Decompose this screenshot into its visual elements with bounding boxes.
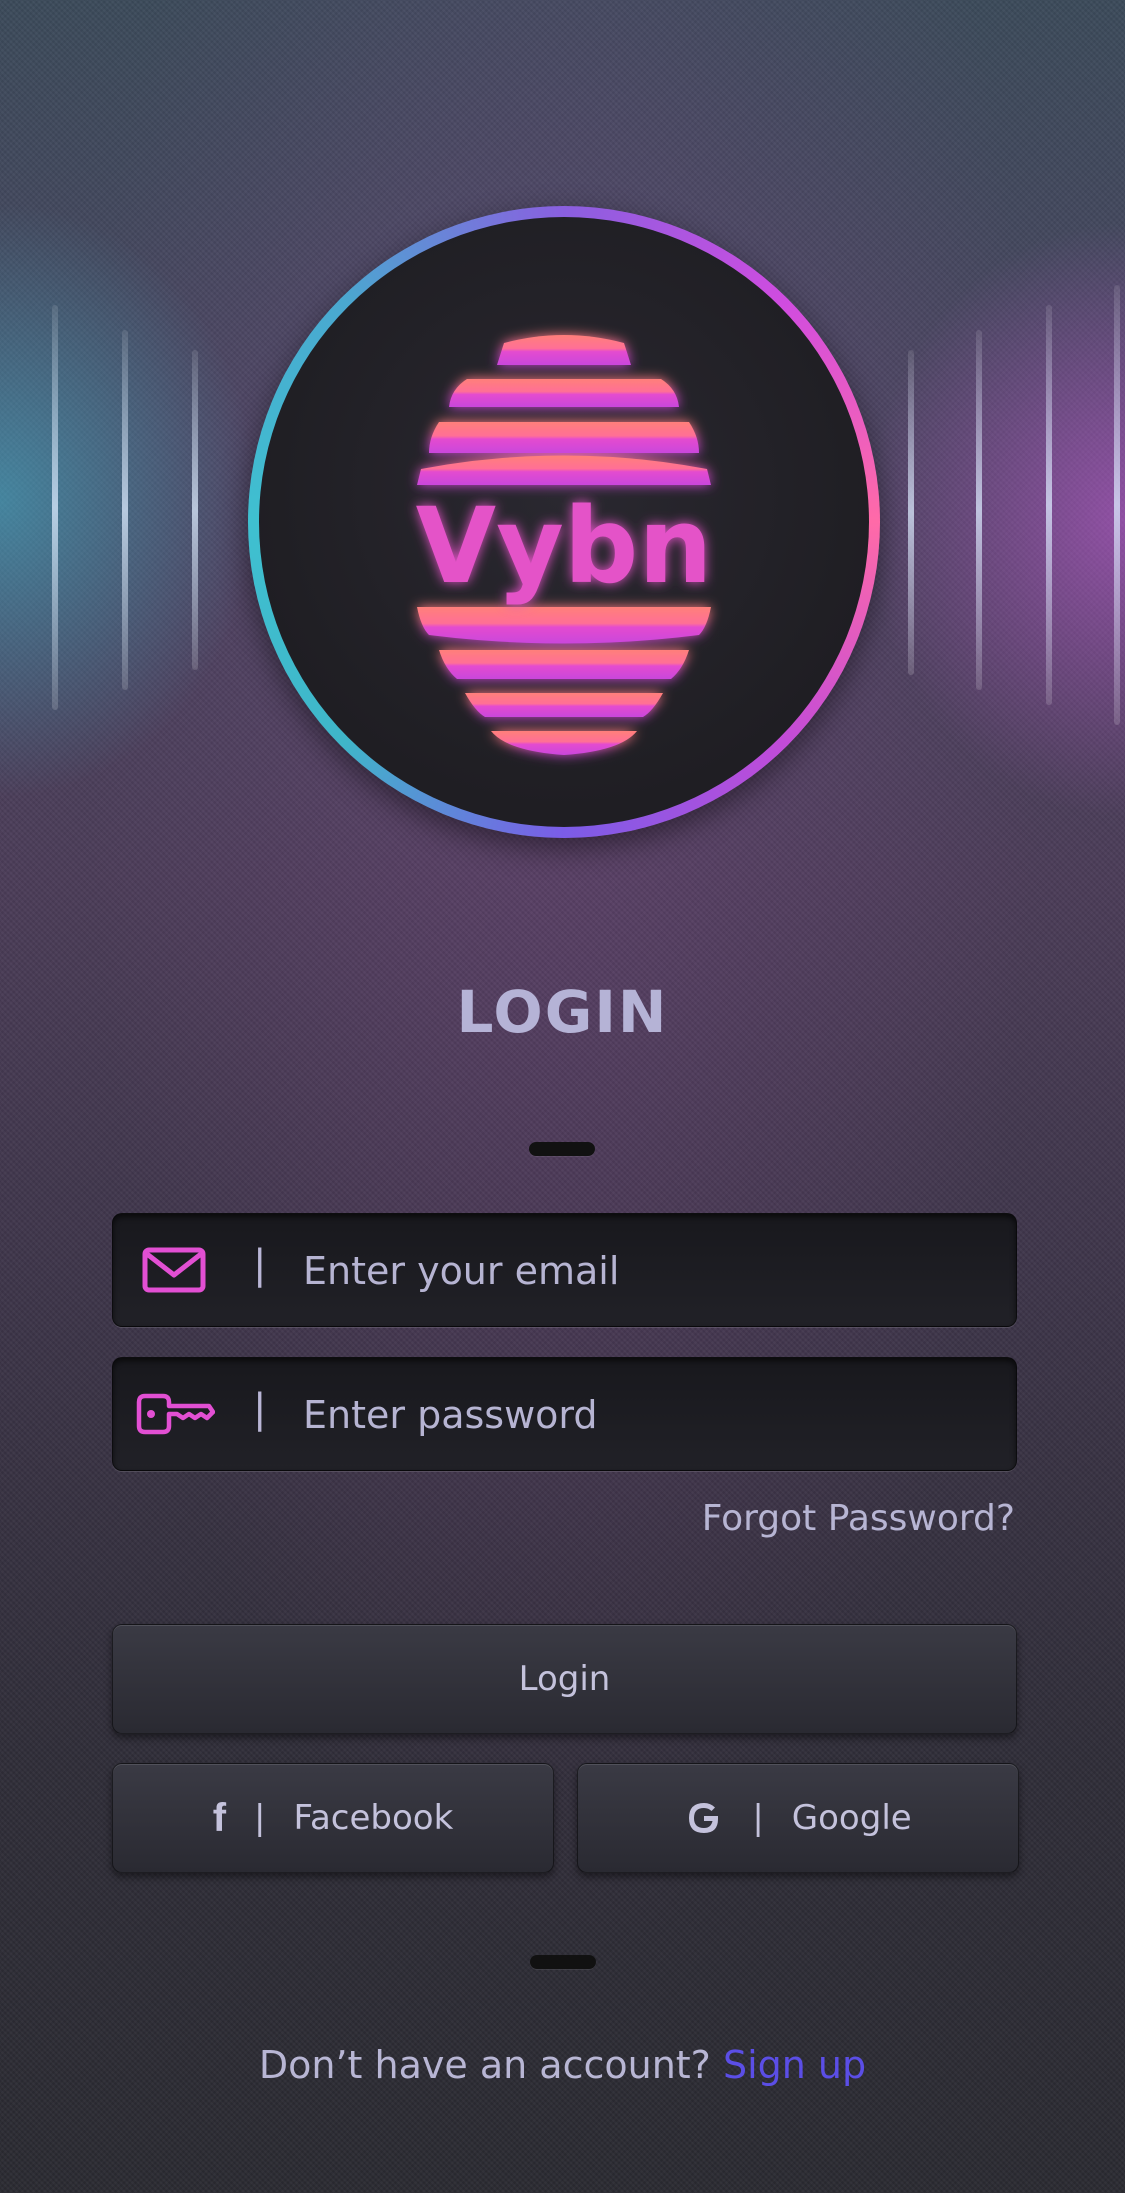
signup-link[interactable]: Sign up	[723, 2043, 866, 2087]
key-icon	[136, 1393, 215, 1435]
divider-top	[529, 1142, 595, 1156]
email-input[interactable]	[301, 1238, 985, 1304]
password-field[interactable]: |	[112, 1357, 1017, 1471]
right-light-beam	[865, 220, 1125, 820]
google-label: Google	[791, 1798, 912, 1838]
logo-globe-icon: Vybn	[416, 335, 713, 755]
email-field[interactable]: |	[112, 1213, 1017, 1327]
password-separator: |	[253, 1386, 267, 1432]
mail-icon	[142, 1247, 206, 1293]
right-light-bar	[976, 330, 982, 690]
signup-prompt: Don’t have an account?	[258, 2043, 711, 2087]
left-light-beam	[0, 200, 260, 800]
right-light-bar	[1046, 305, 1052, 705]
facebook-label: Facebook	[293, 1798, 454, 1838]
login-button[interactable]: Login	[112, 1624, 1017, 1734]
left-light-bar	[192, 350, 198, 670]
app-logo: Vybn	[248, 206, 880, 838]
password-input[interactable]	[301, 1382, 985, 1448]
logo-disc: Vybn	[259, 217, 869, 827]
facebook-icon: f	[212, 1795, 227, 1840]
signup-row: Don’t have an account? Sign up	[0, 2043, 1125, 2087]
left-light-bar	[122, 330, 128, 690]
right-light-bar	[908, 350, 914, 675]
email-separator: |	[253, 1242, 267, 1288]
left-light-bar	[52, 305, 58, 710]
logo-text: Vybn	[416, 485, 713, 607]
login-button-label: Login	[518, 1659, 611, 1699]
google-icon	[689, 1803, 719, 1833]
forgot-password-link[interactable]: Forgot Password?	[702, 1498, 1015, 1539]
google-separator: |	[752, 1798, 764, 1838]
divider-bottom	[530, 1955, 596, 1969]
facebook-login-button[interactable]: f | Facebook	[112, 1763, 554, 1873]
facebook-separator: |	[254, 1798, 266, 1838]
page-title: LOGIN	[456, 978, 669, 1046]
right-light-bar	[1114, 285, 1120, 725]
google-login-button[interactable]: | Google	[577, 1763, 1019, 1873]
